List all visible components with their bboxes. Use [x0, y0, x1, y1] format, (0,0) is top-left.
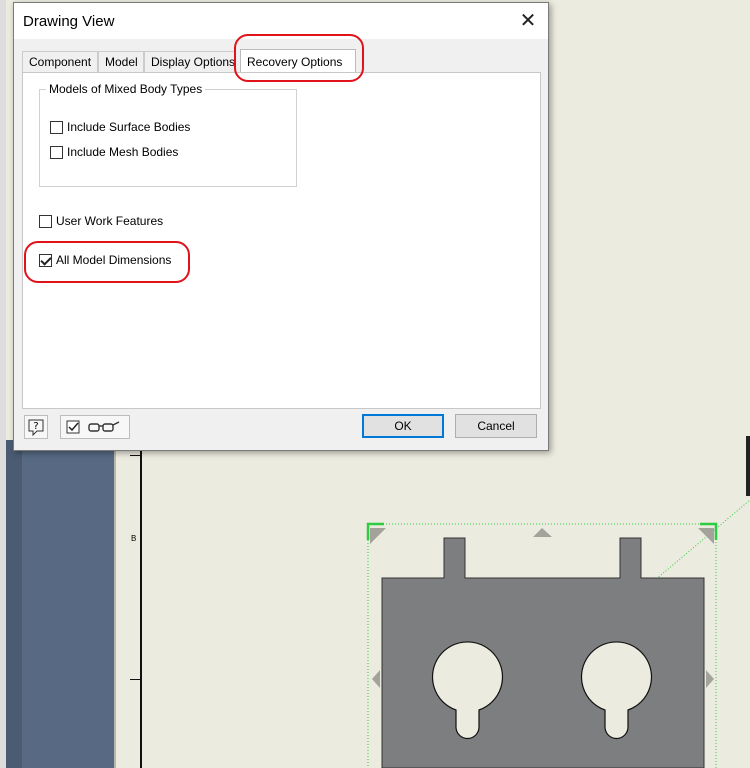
glasses-icon: [88, 421, 120, 432]
options-toggle[interactable]: [60, 415, 130, 439]
tab-component[interactable]: Component: [22, 51, 98, 72]
user-work-features-checkbox[interactable]: [39, 214, 52, 228]
resize-grip-tl[interactable]: [370, 528, 386, 544]
mixed-body-group: Models of Mixed Body Types Include Surfa…: [39, 82, 297, 187]
tab-display-options[interactable]: Display Options: [144, 51, 236, 72]
help-icon[interactable]: ?: [24, 415, 48, 439]
include-mesh-bodies-checkbox[interactable]: [50, 145, 63, 159]
part-body: [381, 537, 705, 768]
checkbox-icon: [66, 420, 80, 434]
annotation-highlight-checkbox: [24, 241, 190, 283]
drawing-view-dialog: Drawing View ✕ Component Model Display O…: [13, 2, 549, 451]
include-mesh-bodies-option[interactable]: Include Mesh Bodies: [50, 143, 178, 161]
cancel-button[interactable]: Cancel: [455, 414, 537, 438]
svg-text:?: ?: [33, 421, 38, 432]
include-surface-bodies-option[interactable]: Include Surface Bodies: [50, 118, 190, 136]
user-work-features-option[interactable]: User Work Features: [39, 212, 163, 230]
include-mesh-bodies-label: Include Mesh Bodies: [67, 145, 179, 159]
move-grip-left[interactable]: [372, 670, 380, 688]
move-grip-right[interactable]: [706, 670, 714, 688]
user-work-features-label: User Work Features: [56, 214, 164, 228]
close-icon[interactable]: ✕: [516, 9, 540, 33]
move-grip-top[interactable]: [533, 528, 552, 537]
annotation-highlight-tab: [234, 34, 364, 82]
include-surface-bodies-label: Include Surface Bodies: [67, 120, 191, 134]
tab-model[interactable]: Model: [98, 51, 144, 72]
ok-button[interactable]: OK: [362, 414, 444, 438]
group-title: Models of Mixed Body Types: [46, 82, 206, 96]
dialog-title: Drawing View: [23, 13, 115, 30]
include-surface-bodies-checkbox[interactable]: [50, 120, 63, 134]
